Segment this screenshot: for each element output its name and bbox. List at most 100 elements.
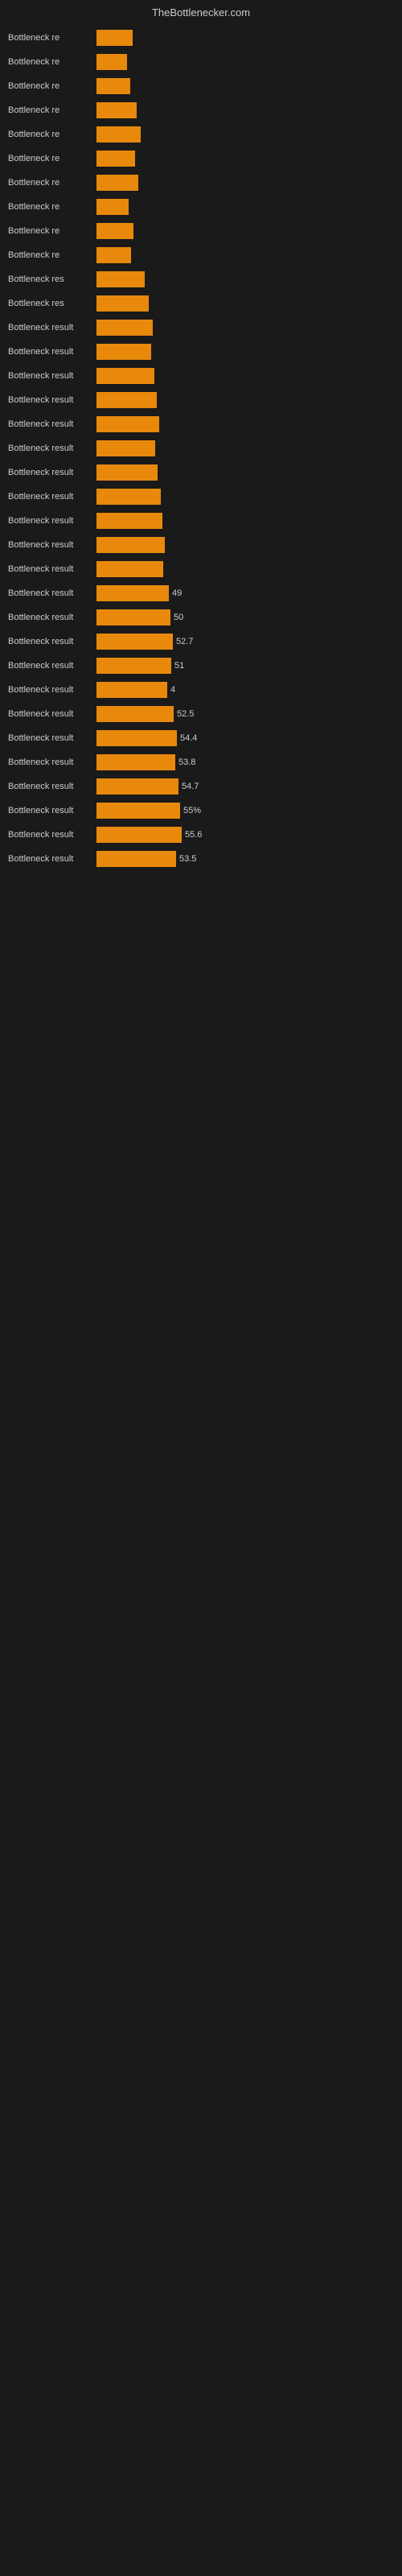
bar-label: Bottleneck re [8, 130, 96, 139]
bar [96, 682, 167, 698]
table-row: Bottleneck result52.5 [8, 703, 394, 725]
bar-wrapper [96, 416, 394, 432]
bar-label: Bottleneck result [8, 661, 96, 671]
table-row: Bottleneck re [8, 244, 394, 266]
bar-wrapper [96, 368, 394, 384]
bar-wrapper [96, 223, 394, 239]
bar [96, 706, 174, 722]
bar-label: Bottleneck re [8, 178, 96, 188]
table-row: Bottleneck result [8, 316, 394, 339]
bar-value: 54.4 [180, 733, 197, 743]
table-row: Bottleneck result50 [8, 606, 394, 629]
bar [96, 126, 141, 142]
bar-wrapper: 51 [96, 658, 394, 674]
bar-wrapper: 52.5 [96, 706, 394, 722]
bar-label: Bottleneck re [8, 226, 96, 236]
table-row: Bottleneck re [8, 171, 394, 194]
bar-wrapper: 53.5 [96, 851, 394, 867]
bar-label: Bottleneck re [8, 250, 96, 260]
bar [96, 344, 151, 360]
bar [96, 295, 149, 312]
table-row: Bottleneck re [8, 123, 394, 146]
chart-container: Bottleneck reBottleneck reBottleneck reB… [0, 22, 402, 875]
bar-label: Bottleneck result [8, 758, 96, 767]
table-row: Bottleneck result [8, 534, 394, 556]
bar-value: 53.5 [179, 854, 196, 864]
bar-wrapper: 54.7 [96, 778, 394, 795]
bar [96, 199, 129, 215]
bar [96, 634, 173, 650]
bar [96, 440, 155, 456]
bar [96, 30, 133, 46]
bar-value: 53.8 [178, 758, 195, 767]
table-row: Bottleneck result54.7 [8, 775, 394, 798]
bar-label: Bottleneck result [8, 685, 96, 695]
table-row: Bottleneck result [8, 510, 394, 532]
bar-value: 49 [172, 588, 182, 598]
bar [96, 271, 145, 287]
bar-label: Bottleneck result [8, 468, 96, 477]
bar-label: Bottleneck result [8, 733, 96, 743]
bar-value: 52.7 [176, 637, 193, 646]
bar [96, 78, 130, 94]
table-row: Bottleneck re [8, 51, 394, 73]
bar [96, 658, 171, 674]
bar-label: Bottleneck result [8, 854, 96, 864]
table-row: Bottleneck result 52.7 [8, 630, 394, 653]
bar-wrapper: 54.4 [96, 730, 394, 746]
table-row: Bottleneck result [8, 558, 394, 580]
table-row: Bottleneck result 54.4 [8, 727, 394, 749]
bar-value: 4 [170, 685, 175, 695]
bar-value: 55.6 [185, 830, 202, 840]
bar [96, 464, 158, 481]
table-row: Bottleneck re [8, 196, 394, 218]
bar-value: 54.7 [182, 782, 199, 791]
table-row: Bottleneck res [8, 268, 394, 291]
bar-wrapper [96, 513, 394, 529]
bar-label: Bottleneck result [8, 444, 96, 453]
table-row: Bottleneck res [8, 292, 394, 315]
bar-label: Bottleneck result [8, 588, 96, 598]
bar [96, 561, 163, 577]
bar [96, 513, 162, 529]
table-row: Bottleneck result 55.6 [8, 824, 394, 846]
bar-label: Bottleneck result [8, 613, 96, 622]
table-row: Bottleneck result [8, 389, 394, 411]
bar [96, 368, 154, 384]
bar-wrapper [96, 30, 394, 46]
bar-wrapper: 53.8 [96, 754, 394, 770]
table-row: Bottleneck re [8, 75, 394, 97]
bar [96, 175, 138, 191]
bar-wrapper: 55% [96, 803, 394, 819]
bar [96, 247, 131, 263]
bar-wrapper: 4 [96, 682, 394, 698]
bar [96, 102, 137, 118]
bar-wrapper [96, 537, 394, 553]
bar-wrapper: 52.7 [96, 634, 394, 650]
bar-wrapper [96, 561, 394, 577]
bar-wrapper [96, 344, 394, 360]
site-title: TheBottlenecker.com [0, 0, 402, 22]
bar-label: Bottleneck result [8, 347, 96, 357]
bar [96, 827, 182, 843]
bar-wrapper [96, 392, 394, 408]
bar [96, 320, 153, 336]
bar-label: Bottleneck result [8, 395, 96, 405]
bar-wrapper [96, 489, 394, 505]
bar-label: Bottleneck result [8, 371, 96, 381]
table-row: Bottleneck result51 [8, 654, 394, 677]
table-row: Bottleneck result 4 [8, 679, 394, 701]
bar-label: Bottleneck result [8, 637, 96, 646]
bar-label: Bottleneck result [8, 830, 96, 840]
table-row: Bottleneck re [8, 99, 394, 122]
bar-label: Bottleneck result [8, 492, 96, 502]
bar [96, 151, 135, 167]
bar-label: Bottleneck result [8, 323, 96, 332]
bar [96, 223, 133, 239]
bar-wrapper [96, 102, 394, 118]
table-row: Bottleneck re [8, 147, 394, 170]
bar-wrapper: 49 [96, 585, 394, 601]
table-row: Bottleneck result [8, 413, 394, 436]
bar-wrapper [96, 175, 394, 191]
bar [96, 778, 178, 795]
